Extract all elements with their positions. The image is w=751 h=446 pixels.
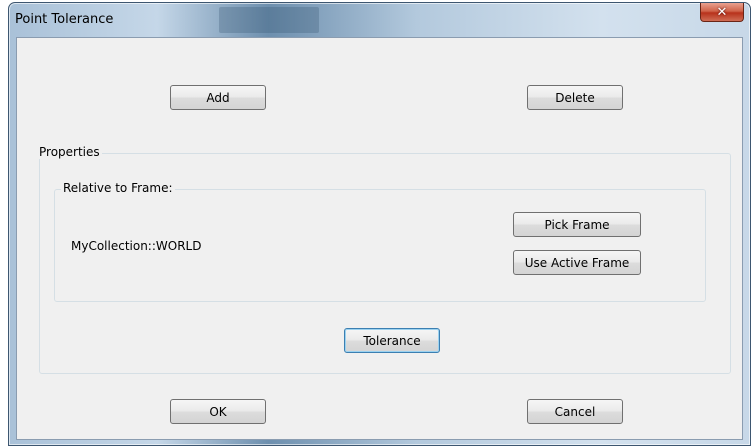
- cancel-button[interactable]: Cancel: [527, 399, 623, 424]
- tolerance-button[interactable]: Tolerance: [344, 328, 440, 353]
- dialog-client-area: Add Delete Properties Relative to Frame:…: [16, 37, 743, 440]
- properties-group: Properties Relative to Frame: MyCollecti…: [37, 145, 731, 374]
- close-icon: ✕: [716, 4, 728, 20]
- title-bar-background-artifact: [219, 7, 319, 33]
- delete-button[interactable]: Delete: [527, 85, 623, 110]
- close-button[interactable]: ✕: [700, 3, 744, 22]
- frame-name-text: MyCollection::WORLD: [71, 239, 202, 253]
- dialog-window: Point Tolerance ✕ Add Delete Properties …: [8, 2, 751, 446]
- add-button[interactable]: Add: [170, 85, 266, 110]
- title-bar[interactable]: Point Tolerance ✕: [9, 3, 750, 37]
- relative-to-frame-group: Relative to Frame: MyCollection::WORLD P…: [54, 181, 706, 302]
- properties-group-label: Properties: [37, 145, 102, 159]
- window-title: Point Tolerance: [15, 12, 114, 27]
- use-active-frame-button[interactable]: Use Active Frame: [513, 250, 641, 275]
- pick-frame-button[interactable]: Pick Frame: [513, 212, 641, 237]
- relative-to-frame-label: Relative to Frame:: [61, 181, 175, 195]
- ok-button[interactable]: OK: [170, 399, 266, 424]
